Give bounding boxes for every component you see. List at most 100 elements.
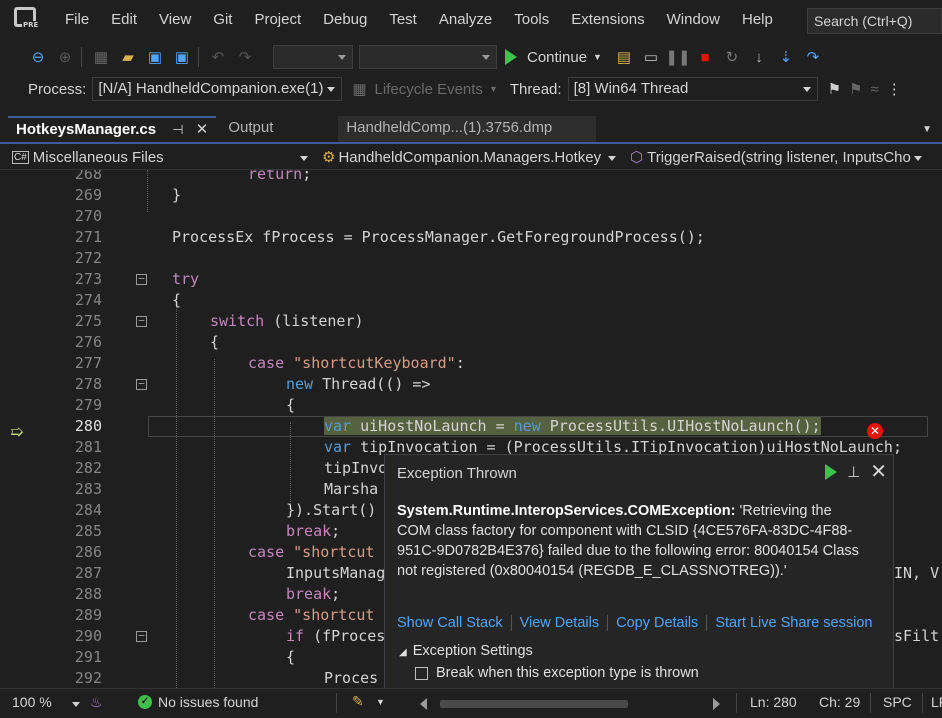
flag-icon[interactable]: ⚑ bbox=[828, 80, 841, 98]
live-share-link[interactable]: Start Live Share session bbox=[706, 615, 880, 631]
thread-dropdown[interactable]: [8] Win64 Thread bbox=[567, 77, 818, 101]
menu-extensions[interactable]: Extensions bbox=[560, 0, 655, 40]
save-all-icon[interactable]: ▣ bbox=[170, 45, 194, 69]
code-line[interactable]: 277 case "shortcutKeyboard": bbox=[0, 353, 942, 374]
code-line[interactable]: 271 ProcessEx fProcess = ProcessManager.G… bbox=[0, 227, 942, 248]
pause-icon[interactable]: ❚❚ bbox=[665, 45, 690, 69]
continue-play-icon[interactable] bbox=[825, 464, 838, 480]
code-text[interactable]: if (fProces bbox=[286, 626, 385, 647]
zoom-level-dropdown[interactable]: 100 % bbox=[12, 694, 52, 710]
menu-git[interactable]: Git bbox=[202, 0, 243, 40]
column-number[interactable]: Ch: 29 bbox=[819, 694, 860, 710]
view-details-link[interactable]: View Details bbox=[510, 615, 608, 631]
code-text[interactable]: Proces bbox=[324, 668, 378, 688]
member-dropdown[interactable]: ⬡ TriggerRaised(string listener, InputsCh… bbox=[622, 147, 928, 169]
copilot-icon[interactable]: ♨ bbox=[90, 694, 103, 711]
code-line[interactable]: 275 − switch (listener) bbox=[0, 311, 942, 332]
scroll-left-icon[interactable] bbox=[420, 698, 427, 710]
exception-settings-expander[interactable]: ◢ Exception Settings bbox=[399, 643, 533, 659]
code-line[interactable]: 276 { bbox=[0, 332, 942, 353]
menu-file[interactable]: File bbox=[54, 0, 100, 40]
process-icon[interactable]: ▤ bbox=[612, 45, 636, 69]
code-text[interactable]: Marsha bbox=[324, 479, 378, 500]
code-text[interactable]: tipInvo bbox=[324, 458, 387, 479]
code-text[interactable]: switch (listener) bbox=[210, 311, 364, 332]
code-text[interactable]: { bbox=[286, 395, 295, 416]
stack-frame-icon[interactable]: ≈ bbox=[870, 81, 878, 98]
code-text[interactable]: { bbox=[286, 647, 295, 668]
code-line[interactable]: 272 bbox=[0, 248, 942, 269]
collapse-icon[interactable]: − bbox=[136, 315, 147, 327]
code-text[interactable]: }).Start() bbox=[286, 500, 376, 521]
code-line[interactable]: 270 bbox=[0, 206, 942, 227]
code-text[interactable]: case "shortcutKeyboard": bbox=[248, 353, 465, 374]
menu-test[interactable]: Test bbox=[378, 0, 428, 40]
collapse-icon[interactable]: − bbox=[136, 378, 147, 390]
stop-icon[interactable]: ■ bbox=[693, 45, 717, 69]
show-call-stack-link[interactable]: Show Call Stack bbox=[397, 615, 511, 631]
code-text[interactable]: return; bbox=[248, 170, 311, 185]
menu-project[interactable]: Project bbox=[243, 0, 312, 40]
scrollbar-thumb[interactable] bbox=[440, 700, 628, 708]
chevron-down-icon[interactable] bbox=[72, 702, 80, 707]
menu-edit[interactable]: Edit bbox=[100, 0, 148, 40]
chevron-down-icon[interactable]: ▼ bbox=[922, 124, 932, 135]
code-line[interactable]: 268 return; bbox=[0, 170, 942, 185]
flag-all-icon[interactable]: ⚑ bbox=[849, 80, 862, 98]
lifecycle-events-dropdown[interactable]: Lifecycle Events bbox=[375, 81, 483, 98]
step-into-icon[interactable]: ↓ bbox=[747, 45, 771, 69]
continue-button[interactable]: Continue ▼ bbox=[505, 45, 602, 69]
tab-dump-file[interactable]: HandheldComp...(1).3756.dmp bbox=[338, 116, 597, 142]
menu-view[interactable]: View bbox=[148, 0, 202, 40]
forward-icon[interactable]: ⊕ bbox=[53, 45, 77, 69]
chevron-down-icon[interactable]: ▼ bbox=[376, 697, 385, 707]
menu-analyze[interactable]: Analyze bbox=[428, 0, 503, 40]
code-text[interactable]: break; bbox=[286, 521, 340, 542]
save-icon[interactable]: ▣ bbox=[143, 45, 167, 69]
redo-icon[interactable]: ↷ bbox=[233, 45, 257, 69]
code-text[interactable]: try bbox=[172, 269, 199, 290]
step-over-icon[interactable]: ⇣ bbox=[774, 45, 798, 69]
more-options-icon[interactable]: ⋮ bbox=[887, 80, 902, 98]
restart-icon[interactable]: ↻ bbox=[720, 45, 744, 69]
code-line[interactable]: 269} bbox=[0, 185, 942, 206]
back-icon[interactable]: ⊖ bbox=[26, 45, 50, 69]
code-text[interactable]: break; bbox=[286, 584, 340, 605]
code-text[interactable]: { bbox=[210, 332, 219, 353]
code-line[interactable]: 274 { bbox=[0, 290, 942, 311]
collapse-icon[interactable]: − bbox=[136, 630, 147, 642]
issues-indicator[interactable]: No issues found bbox=[158, 694, 258, 710]
code-line[interactable]: 273 − try bbox=[0, 269, 942, 290]
menu-tools[interactable]: Tools bbox=[503, 0, 560, 40]
open-folder-icon[interactable]: ▰ bbox=[116, 45, 140, 69]
solution-platform-dropdown[interactable] bbox=[359, 45, 497, 69]
close-icon[interactable]: ✕ bbox=[870, 462, 887, 482]
brush-icon[interactable]: ✎ bbox=[352, 693, 364, 710]
code-text[interactable]: } bbox=[172, 185, 181, 206]
horizontal-scrollbar[interactable] bbox=[420, 697, 720, 711]
search-input[interactable]: Search (Ctrl+Q) bbox=[807, 8, 942, 34]
code-line[interactable]: 278 − new Thread(() => bbox=[0, 374, 942, 395]
scroll-right-icon[interactable] bbox=[713, 698, 720, 710]
checkbox[interactable] bbox=[415, 666, 428, 680]
copy-details-link[interactable]: Copy Details bbox=[607, 615, 706, 631]
chevron-down-icon[interactable]: ▼ bbox=[593, 52, 602, 62]
menu-help[interactable]: Help bbox=[731, 0, 784, 40]
code-text[interactable]: var uiHostNoLaunch = new ProcessUtils.UI… bbox=[324, 416, 821, 437]
project-dropdown[interactable]: C# Miscellaneous Files bbox=[0, 147, 314, 169]
tab-output[interactable]: Output bbox=[220, 116, 330, 142]
pin-icon[interactable]: ⊥ bbox=[847, 463, 860, 481]
code-text[interactable]: new Thread(() => bbox=[286, 374, 431, 395]
menu-debug[interactable]: Debug bbox=[312, 0, 378, 40]
tab-hotkeysmanager[interactable]: HotkeysManager.cs ⊣ ✕ bbox=[8, 116, 217, 142]
step-out-icon[interactable]: ↷ bbox=[801, 45, 825, 69]
code-text[interactable]: case "shortcut bbox=[248, 605, 374, 626]
layout-icon[interactable]: ▭ bbox=[639, 45, 663, 69]
whitespace-mode[interactable]: SPC bbox=[883, 694, 912, 710]
menu-window[interactable]: Window bbox=[656, 0, 731, 40]
solution-config-dropdown[interactable] bbox=[273, 45, 353, 69]
code-text[interactable]: case "shortcut bbox=[248, 542, 374, 563]
code-text[interactable]: InputsManag bbox=[286, 563, 385, 584]
close-icon[interactable]: ✕ bbox=[196, 121, 209, 138]
undo-icon[interactable]: ↶ bbox=[206, 45, 230, 69]
